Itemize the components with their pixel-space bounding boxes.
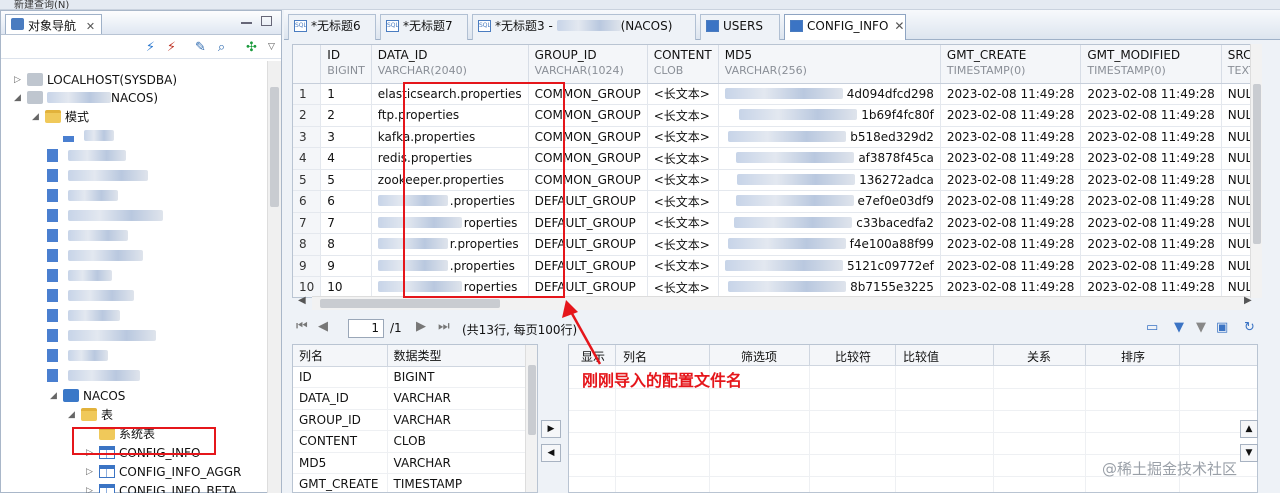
- watermark: @稀土掘金技术社区: [1102, 460, 1238, 478]
- annotation-arrow: [562, 300, 602, 365]
- annotation-text: 刚刚导入的配置文件名: [582, 371, 743, 390]
